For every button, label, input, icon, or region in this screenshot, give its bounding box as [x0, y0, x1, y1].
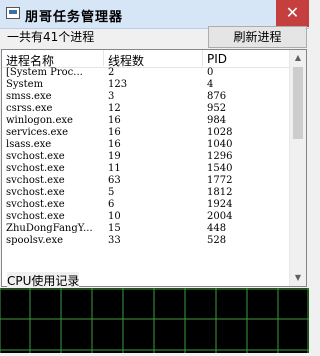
process-name-cell: csrss.exe	[6, 103, 53, 114]
app-icon	[6, 7, 20, 19]
list-header: 进程名称 线程数 PID	[2, 50, 290, 68]
thread-count-cell: 15	[108, 223, 121, 234]
column-header-pid[interactable]: PID	[207, 52, 227, 66]
process-name-cell: [System Proc...	[6, 67, 83, 78]
pid-cell: 984	[207, 115, 227, 126]
column-separator[interactable]	[103, 50, 104, 66]
table-row[interactable]: svchost.exe 5 1812	[2, 187, 290, 199]
pid-cell: 1028	[207, 127, 233, 138]
process-name-cell: svchost.exe	[6, 211, 65, 222]
thread-count-cell: 5	[108, 187, 115, 198]
pid-cell: 2004	[207, 211, 233, 222]
process-name-cell: svchost.exe	[6, 163, 65, 174]
thread-count-cell: 16	[108, 127, 121, 138]
thread-count-cell: 2	[108, 67, 115, 78]
process-name-cell: smss.exe	[6, 91, 52, 102]
refresh-processes-button[interactable]: 刷新进程	[208, 26, 307, 48]
pid-cell: 876	[207, 91, 227, 102]
pid-cell: 4	[207, 79, 214, 90]
thread-count-cell: 12	[108, 103, 121, 114]
pid-cell: 1296	[207, 151, 233, 162]
scrollbar-thumb[interactable]	[293, 67, 303, 139]
thread-count-cell: 16	[108, 115, 121, 126]
pid-cell: 528	[207, 235, 227, 246]
process-name-cell: spoolsv.exe	[6, 235, 64, 246]
pid-cell: 1040	[207, 139, 233, 150]
thread-count-cell: 6	[108, 199, 115, 210]
close-button[interactable]: ✕	[276, 0, 309, 27]
table-row[interactable]: svchost.exe 11 1540	[2, 163, 290, 175]
table-row[interactable]: [System Proc... 2 0	[2, 67, 290, 79]
table-row[interactable]: System 123 4	[2, 79, 290, 91]
process-name-cell: svchost.exe	[6, 175, 65, 186]
thread-count-cell: 16	[108, 139, 121, 150]
process-name-cell: svchost.exe	[6, 151, 65, 162]
table-row[interactable]: csrss.exe 12 952	[2, 103, 290, 115]
process-name-cell: lsass.exe	[6, 139, 52, 150]
column-separator[interactable]	[202, 50, 203, 66]
thread-count-cell: 63	[108, 175, 121, 186]
process-count-label: 一共有41个进程	[7, 30, 95, 44]
table-row[interactable]: svchost.exe 10 2004	[2, 211, 290, 223]
thread-count-cell: 33	[108, 235, 121, 246]
table-row[interactable]: svchost.exe 63 1772	[2, 175, 290, 187]
table-row[interactable]: svchost.exe 6 1924	[2, 199, 290, 211]
thread-count-cell: 11	[108, 163, 121, 174]
pid-cell: 1812	[207, 187, 233, 198]
table-row[interactable]: ZhuDongFangY... 15 448	[2, 223, 290, 235]
pid-cell: 1540	[207, 163, 233, 174]
title-bar: 朋哥任务管理器 ✕	[0, 0, 309, 29]
process-name-cell: svchost.exe	[6, 187, 65, 198]
cpu-grid	[0, 288, 309, 353]
pid-cell: 0	[207, 67, 214, 78]
scroll-down-arrow-icon[interactable]: ▼	[290, 270, 306, 286]
process-name-cell: svchost.exe	[6, 199, 65, 210]
pid-cell: 952	[207, 103, 227, 114]
table-row[interactable]: svchost.exe 19 1296	[2, 151, 290, 163]
cpu-usage-graph	[0, 288, 309, 353]
thread-count-cell: 3	[108, 91, 115, 102]
table-row[interactable]: smss.exe 3 876	[2, 91, 290, 103]
scroll-up-arrow-icon[interactable]: ▲	[290, 50, 306, 66]
window-title: 朋哥任务管理器	[25, 10, 124, 25]
table-row[interactable]: services.exe 16 1028	[2, 127, 290, 139]
process-name-cell: System	[6, 79, 44, 90]
thread-count-cell: 123	[108, 79, 128, 90]
pid-cell: 1772	[207, 175, 233, 186]
process-name-cell: services.exe	[6, 127, 68, 138]
cpu-history-label: CPU使用记录	[7, 272, 80, 289]
table-row[interactable]: winlogon.exe 16 984	[2, 115, 290, 127]
table-row[interactable]: lsass.exe 16 1040	[2, 139, 290, 151]
thread-count-cell: 19	[108, 151, 121, 162]
process-rows: [System Proc... 2 0 System 123 4 smss.exe 3 876 c…	[2, 67, 290, 247]
process-name-cell: ZhuDongFangY...	[6, 223, 93, 234]
thread-count-cell: 10	[108, 211, 121, 222]
process-list[interactable]: 进程名称 线程数 PID [System Proc... 2 0 System 123 4…	[1, 49, 307, 287]
table-row[interactable]: spoolsv.exe 33 528	[2, 235, 290, 247]
vertical-scrollbar[interactable]: ▲ ▼	[289, 50, 306, 286]
process-name-cell: winlogon.exe	[6, 115, 73, 126]
pid-cell: 448	[207, 223, 227, 234]
pid-cell: 1924	[207, 199, 233, 210]
